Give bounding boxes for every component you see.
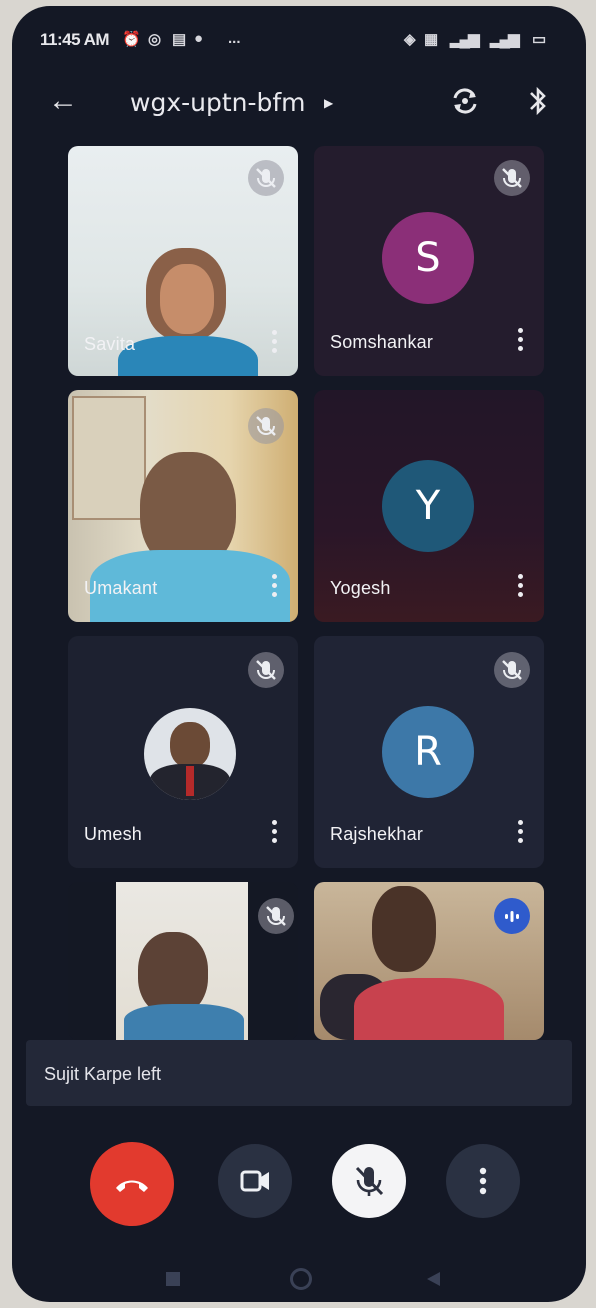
caret-right-icon[interactable]: ▶ xyxy=(324,96,333,110)
more-options-icon[interactable] xyxy=(272,574,278,601)
app-icon: ● xyxy=(194,30,204,47)
mic-off-icon xyxy=(248,408,284,444)
mic-off-icon xyxy=(355,1166,384,1196)
participant-avatar: Y xyxy=(382,460,474,552)
meeting-header: ← wgx-uptn-bfm ▶ xyxy=(12,74,586,130)
participant-tile-yogesh[interactable]: Y Yogesh xyxy=(314,390,544,622)
mic-off-icon xyxy=(494,160,530,196)
person-shirt xyxy=(118,336,258,376)
bluetooth-icon[interactable] xyxy=(526,84,550,118)
participant-name: Somshankar xyxy=(330,332,434,352)
nfc-icon: ▦ xyxy=(424,31,439,48)
participant-tile-somshankar[interactable]: S Somshankar xyxy=(314,146,544,376)
message-icon: ▤ xyxy=(172,31,187,48)
meeting-code[interactable]: wgx-uptn-bfm xyxy=(130,88,306,117)
participant-name: Umakant xyxy=(84,578,158,598)
phone-hangup-icon xyxy=(116,1180,148,1192)
more-notifications-icon: ... xyxy=(228,30,241,47)
participant-tile-video-7[interactable] xyxy=(68,882,298,1040)
recents-square-icon[interactable] xyxy=(166,1272,180,1286)
speaking-indicator-icon xyxy=(494,898,530,934)
participant-avatar-photo xyxy=(144,708,236,800)
more-options-icon[interactable] xyxy=(518,328,524,355)
person-shirt xyxy=(124,1004,244,1040)
mic-off-icon xyxy=(248,652,284,688)
battery-icon: ▭ xyxy=(532,31,547,48)
mic-off-icon xyxy=(258,898,294,934)
participant-name: Yogesh xyxy=(330,578,391,598)
back-triangle-icon[interactable] xyxy=(424,1270,442,1288)
more-options-icon[interactable] xyxy=(518,574,524,601)
mic-off-icon xyxy=(248,160,284,196)
more-vertical-icon xyxy=(479,1167,487,1195)
mic-off-icon xyxy=(494,652,530,688)
camera-toggle-button[interactable] xyxy=(218,1144,292,1218)
participant-name: Umesh xyxy=(84,824,143,844)
participant-tile-umakant[interactable]: Umakant xyxy=(68,390,298,622)
mic-toggle-button[interactable] xyxy=(332,1144,406,1218)
signal-icon: ▂▄▆ xyxy=(450,31,480,48)
end-call-button[interactable] xyxy=(90,1142,174,1226)
system-nav-bar xyxy=(12,1256,586,1302)
toast-message: Sujit Karpe left xyxy=(44,1064,162,1084)
person-shirt xyxy=(354,978,504,1040)
whatsapp-icon: ◎ xyxy=(148,31,162,48)
participant-name: Savita xyxy=(84,334,136,354)
status-bar: 11:45 AM ⏰ ◎ ▤ ● ... ◈ ▦ ▂▄▆ ▂▄▆ ▭ xyxy=(12,6,586,70)
wall-poster xyxy=(72,396,146,520)
more-options-icon[interactable] xyxy=(272,820,278,847)
participant-tile-umesh[interactable]: Umesh xyxy=(68,636,298,868)
participant-tile-rajshekhar[interactable]: R Rajshekhar xyxy=(314,636,544,868)
more-options-icon[interactable] xyxy=(518,820,524,847)
person-face xyxy=(160,264,214,334)
participant-avatar: S xyxy=(382,212,474,304)
more-options-button[interactable] xyxy=(446,1144,520,1218)
person-face xyxy=(372,886,436,972)
switch-camera-icon[interactable] xyxy=(450,86,480,116)
participant-tile-video-8[interactable] xyxy=(314,882,544,1040)
participant-name: Rajshekhar xyxy=(330,824,424,844)
phone-screen: 11:45 AM ⏰ ◎ ▤ ● ... ◈ ▦ ▂▄▆ ▂▄▆ ▭ ← wgx… xyxy=(12,6,586,1302)
status-time: 11:45 AM xyxy=(40,30,110,49)
location-icon: ◈ xyxy=(404,31,416,48)
more-options-icon[interactable] xyxy=(272,330,278,357)
alarm-icon: ⏰ xyxy=(122,31,141,48)
video-camera-icon xyxy=(240,1170,269,1192)
notification-toast: Sujit Karpe left xyxy=(26,1040,572,1106)
home-circle-icon[interactable] xyxy=(290,1268,312,1290)
participant-avatar: R xyxy=(382,706,474,798)
signal-2-icon: ▂▄▆ xyxy=(490,31,520,48)
back-arrow-icon[interactable]: ← xyxy=(48,86,78,116)
participant-tile-savita[interactable]: Savita xyxy=(68,146,298,376)
